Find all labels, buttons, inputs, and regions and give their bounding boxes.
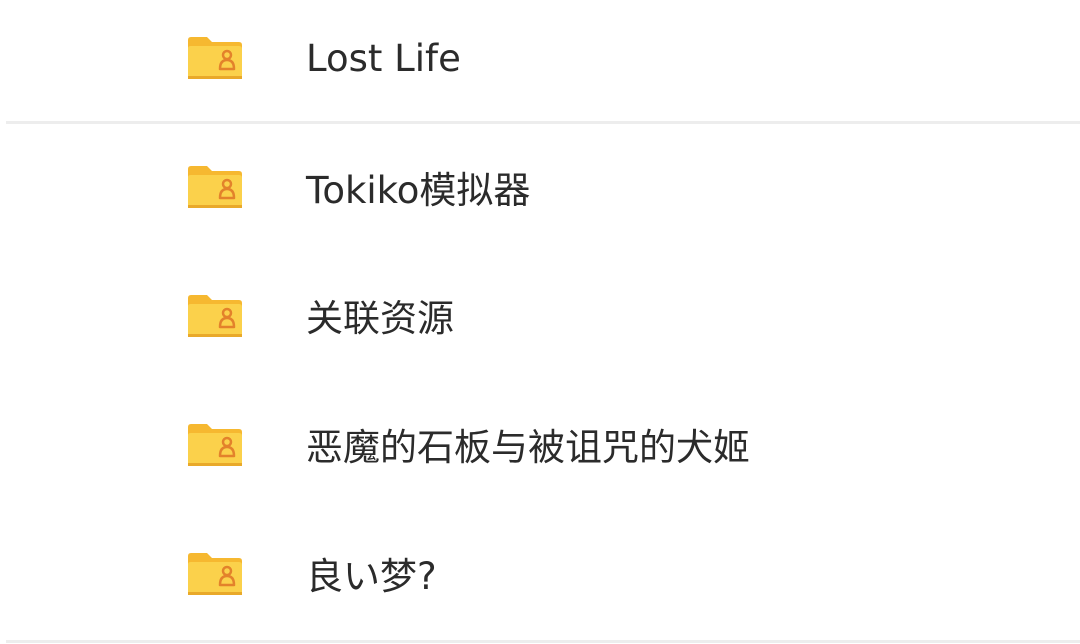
shared-folder-icon <box>188 424 242 466</box>
folder-row[interactable]: 恶魔的石板与被诅咒的犬姬 <box>0 383 1080 493</box>
folder-row[interactable]: Tokiko模拟器 <box>0 124 1080 234</box>
folder-name: 恶魔的石板与被诅咒的犬姬 <box>306 426 750 469</box>
folder-name: Tokiko模拟器 <box>306 169 531 212</box>
folder-row[interactable]: 关联资源 <box>0 254 1080 364</box>
shared-folder-icon <box>188 37 242 79</box>
divider <box>6 640 1080 643</box>
folder-row[interactable]: 良い梦? <box>0 512 1080 622</box>
shared-folder-icon <box>188 295 242 337</box>
folder-name: 良い梦? <box>306 555 437 598</box>
folder-name: 关联资源 <box>306 297 454 340</box>
folder-list: Lost Life Tokiko模拟器 关联资源 恶魔的石板与被诅咒的犬姬 良い… <box>0 0 1080 644</box>
folder-row[interactable]: Lost Life <box>0 0 1080 110</box>
shared-folder-icon <box>188 166 242 208</box>
folder-name: Lost Life <box>306 37 461 80</box>
shared-folder-icon <box>188 553 242 595</box>
